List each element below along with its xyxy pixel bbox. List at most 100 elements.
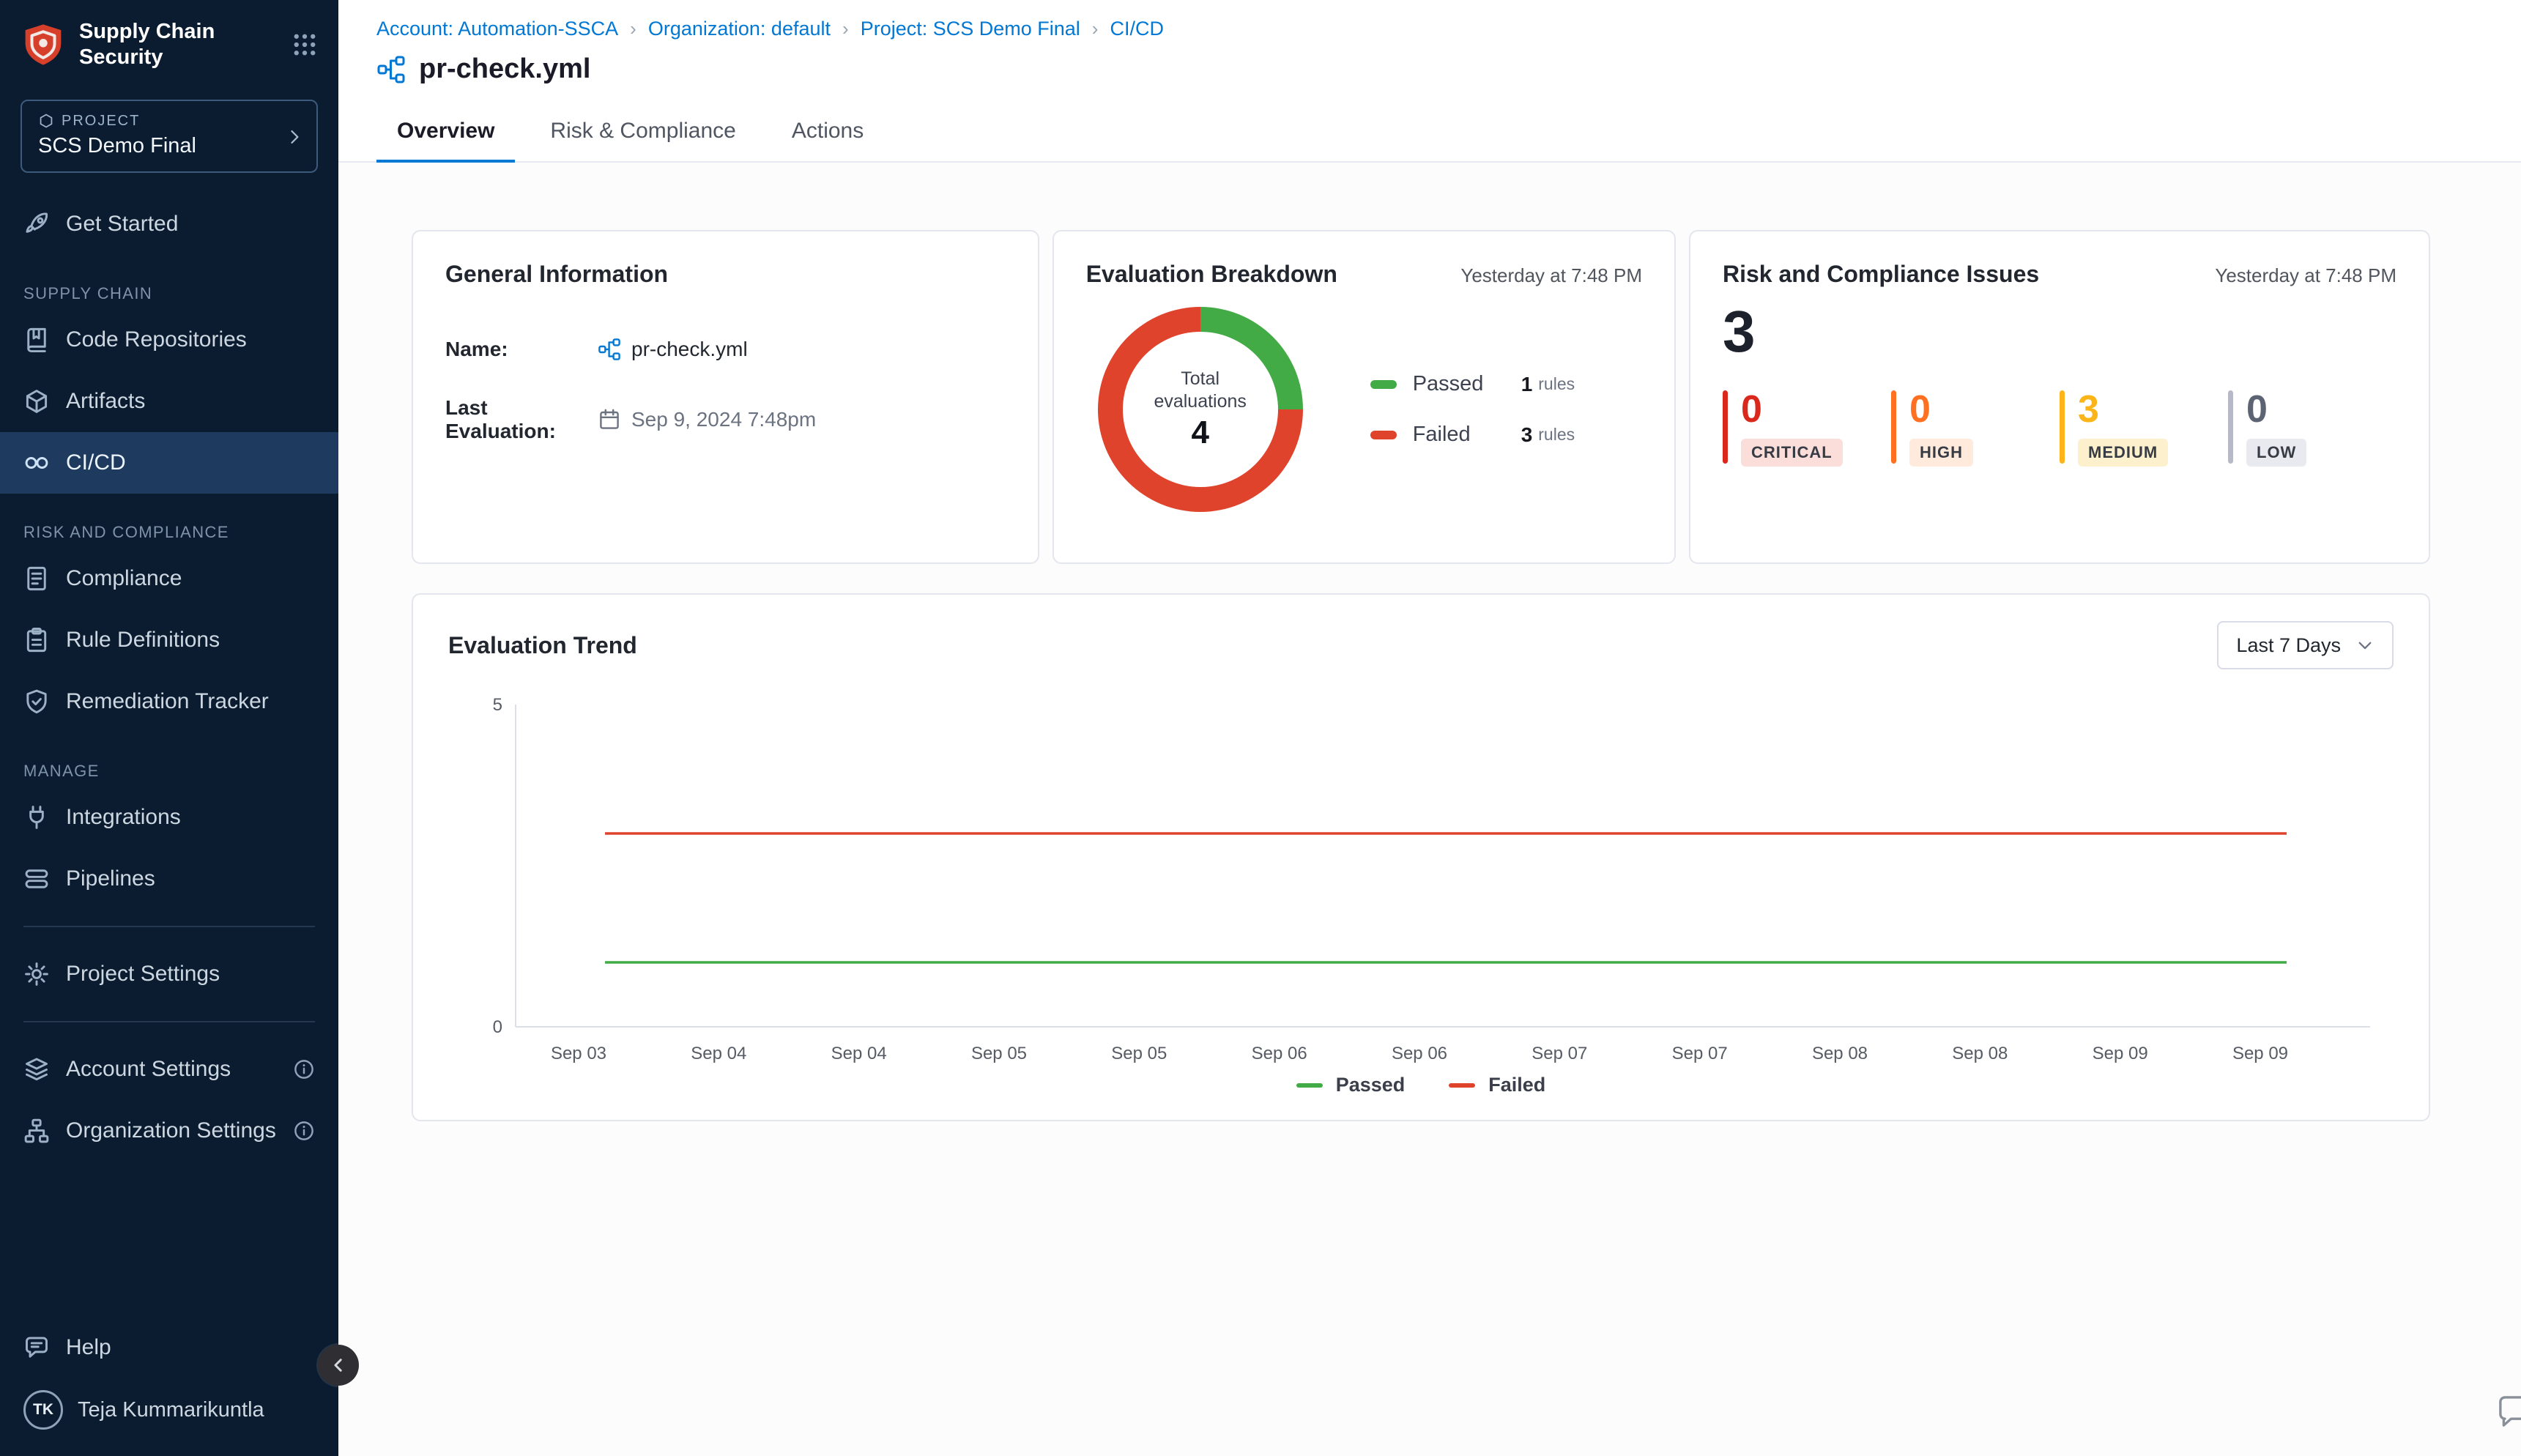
support-chat-icon[interactable] — [2495, 1392, 2521, 1431]
sidebar-item-cicd[interactable]: CI/CD — [0, 432, 338, 494]
severity-bar — [1723, 390, 1728, 464]
sidebar-item-label: Project Settings — [66, 962, 220, 987]
project-selector[interactable]: PROJECT SCS Demo Final — [21, 100, 318, 173]
sidebar-item-rule-definitions[interactable]: Rule Definitions — [0, 609, 338, 671]
nav-section-manage: MANAGE — [23, 762, 315, 781]
user-profile[interactable]: TK Teja Kummarikuntla — [0, 1378, 338, 1444]
severity-pill: MEDIUM — [2078, 439, 2168, 467]
app-title: Supply Chain Security — [79, 19, 278, 70]
sidebar-item-compliance[interactable]: Compliance — [0, 548, 338, 609]
app-root: Supply Chain Security PROJECT SCS Demo F… — [0, 0, 2521, 1456]
date-range-value: Last 7 Days — [2236, 634, 2341, 657]
svg-text:Sep 04: Sep 04 — [691, 1044, 746, 1063]
infinity-cicd-icon — [23, 450, 50, 476]
severity-count: 3 — [2078, 390, 2168, 428]
svg-text:Sep 03: Sep 03 — [551, 1044, 606, 1063]
sidebar-item-pipelines[interactable]: Pipelines — [0, 848, 338, 910]
gear-icon — [23, 961, 50, 987]
chevron-down-icon — [2355, 636, 2375, 655]
svg-text:Sep 04: Sep 04 — [831, 1044, 887, 1063]
chevron-right-icon — [284, 126, 305, 146]
tab-risk-compliance[interactable]: Risk & Compliance — [530, 107, 756, 161]
svg-text:Sep 05: Sep 05 — [971, 1044, 1027, 1063]
timestamp: Yesterday at 7:48 PM — [1460, 264, 1642, 287]
svg-text:5: 5 — [493, 695, 502, 715]
donut-center-value: 4 — [1191, 415, 1208, 451]
page-title: pr-check.yml — [419, 53, 590, 85]
sidebar-item-label: Account Settings — [66, 1057, 231, 1082]
app-switcher-grid-icon[interactable] — [292, 31, 318, 58]
yaml-workflow-icon — [598, 338, 621, 361]
sidebar-item-label: Pipelines — [66, 866, 155, 891]
sidebar-item-organization-settings[interactable]: Organization Settings — [0, 1100, 338, 1162]
sidebar-item-account-settings[interactable]: Account Settings — [0, 1039, 338, 1100]
legend-row-failed: Failed 3 rules — [1370, 423, 1575, 447]
info-icon[interactable] — [293, 1058, 315, 1080]
legend-row-passed: Passed 1 rules — [1370, 372, 1575, 396]
info-icon[interactable] — [293, 1120, 315, 1142]
sidebar-item-label: Help — [66, 1335, 111, 1360]
user-name: Teja Kummarikuntla — [78, 1398, 264, 1422]
donut-center-label: Total evaluations — [1133, 368, 1268, 414]
legend-label: Failed — [1413, 423, 1521, 447]
sidebar-collapse-handle[interactable] — [318, 1345, 359, 1386]
evaluation-breakdown-card: Evaluation Breakdown Yesterday at 7:48 P… — [1052, 230, 1676, 564]
timestamp: Yesterday at 7:48 PM — [2215, 264, 2396, 287]
severity-bar — [2228, 390, 2233, 464]
general-information-card: General Information Name: pr-check.yml — [412, 230, 1039, 564]
card-title: Evaluation Breakdown — [1086, 261, 1337, 288]
legend-count: 1 — [1521, 373, 1533, 396]
svg-text:Sep 09: Sep 09 — [2232, 1044, 2288, 1063]
severity-pill: LOW — [2246, 439, 2306, 467]
legend-label: Passed — [1413, 372, 1521, 396]
svg-text:Sep 08: Sep 08 — [1812, 1044, 1868, 1063]
sidebar-item-artifacts[interactable]: Artifacts — [0, 371, 338, 432]
legend-unit: rules — [1538, 374, 1575, 394]
rocket-icon — [23, 211, 50, 237]
breadcrumb-separator: › — [630, 18, 636, 40]
svg-text:Sep 09: Sep 09 — [2093, 1044, 2148, 1063]
sidebar-item-label: Get Started — [66, 212, 178, 237]
breadcrumb-organization-link[interactable]: Organization: default — [648, 18, 831, 40]
tab-actions[interactable]: Actions — [771, 107, 884, 161]
sidebar-item-remediation-tracker[interactable]: Remediation Tracker — [0, 671, 338, 732]
issues-total: 3 — [1723, 302, 2396, 361]
svg-text:Sep 06: Sep 06 — [1252, 1044, 1307, 1063]
breadcrumb-project-link[interactable]: Project: SCS Demo Final — [861, 18, 1080, 40]
tab-overview[interactable]: Overview — [376, 107, 515, 161]
breadcrumb-cicd-link[interactable]: CI/CD — [1110, 18, 1164, 40]
sidebar-bottom: Help TK Teja Kummarikuntla — [0, 1317, 338, 1456]
divider — [23, 1021, 315, 1022]
last-evaluation-row: Last Evaluation: Sep 9, 2024 7:48pm — [445, 396, 1006, 443]
sidebar-item-help[interactable]: Help — [0, 1317, 338, 1378]
severity-item: 0 CRITICAL — [1723, 390, 1891, 467]
nav-section-risk-compliance: RISK AND COMPLIANCE — [23, 523, 315, 542]
tab-bar: Overview Risk & Compliance Actions — [376, 107, 2483, 161]
sidebar-header: Supply Chain Security — [0, 0, 338, 82]
yaml-workflow-icon — [376, 55, 406, 84]
sidebar-item-integrations[interactable]: Integrations — [0, 787, 338, 848]
breadcrumb-separator: › — [1092, 18, 1099, 40]
shield-check-icon — [23, 688, 50, 715]
severity-pill: HIGH — [1909, 439, 1973, 467]
breadcrumb: Account: Automation-SSCA › Organization:… — [376, 18, 2483, 40]
breadcrumb-account-link[interactable]: Account: Automation-SSCA — [376, 18, 618, 40]
sidebar-item-project-settings[interactable]: Project Settings — [0, 943, 338, 1005]
sidebar-item-get-started[interactable]: Get Started — [0, 193, 338, 255]
sidebar-nav: Get Started SUPPLY CHAIN Code Repositori… — [0, 176, 338, 1162]
trend-legend-failed: Failed — [1449, 1074, 1545, 1096]
name-label: Name: — [445, 338, 598, 361]
repository-icon — [23, 327, 50, 353]
avatar: TK — [23, 1390, 63, 1430]
pipelines-icon — [23, 866, 50, 892]
sidebar-item-code-repositories[interactable]: Code Repositories — [0, 309, 338, 371]
trend-legend-swatch — [1449, 1083, 1475, 1088]
trend-legend-label: Passed — [1336, 1074, 1406, 1096]
document-icon — [23, 565, 50, 592]
last-evaluation-value: Sep 9, 2024 7:48pm — [631, 408, 816, 431]
main-area: Account: Automation-SSCA › Organization:… — [338, 0, 2521, 1456]
sidebar-item-label: Code Repositories — [66, 327, 247, 352]
svg-text:Sep 06: Sep 06 — [1392, 1044, 1447, 1063]
date-range-select[interactable]: Last 7 Days — [2217, 621, 2394, 669]
calendar-icon — [598, 408, 621, 431]
